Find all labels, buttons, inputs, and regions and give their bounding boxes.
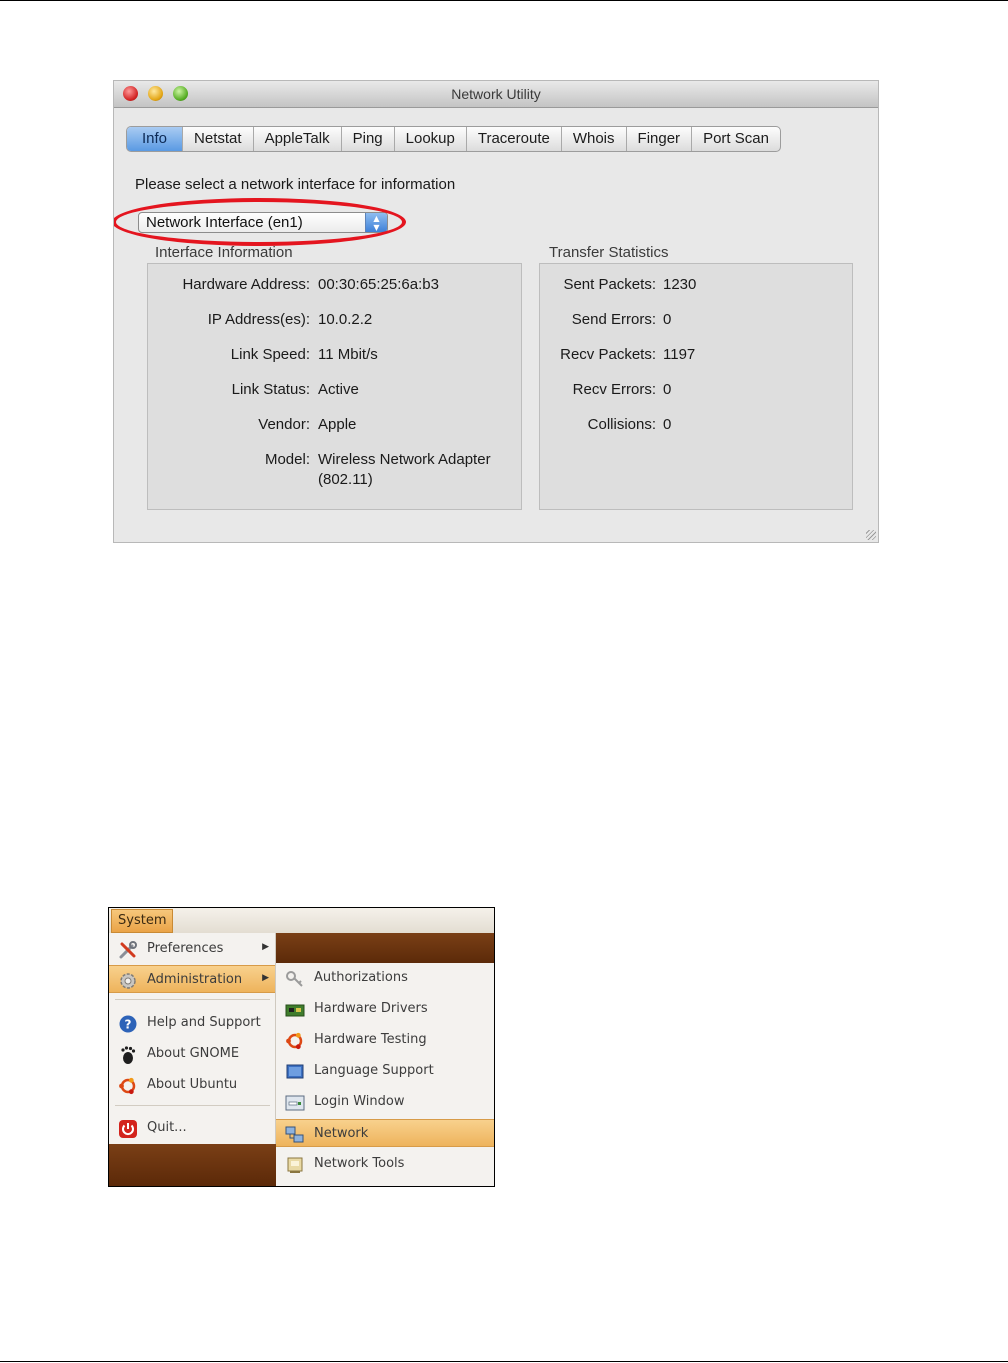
menu-item-label: Help and Support	[147, 1015, 261, 1030]
menu-item-label: About GNOME	[147, 1046, 240, 1061]
title-bar[interactable]: Network Utility	[114, 81, 878, 108]
hardware-address-label: Hardware Address:	[182, 276, 310, 293]
menu-item-label: Language Support	[314, 1063, 434, 1078]
desktop-background-bottom	[109, 1144, 276, 1186]
menu-item-hardware-drivers[interactable]: Hardware Drivers	[276, 995, 494, 1023]
submenu-arrow-icon: ▶	[262, 942, 269, 952]
keys-icon	[286, 971, 303, 987]
menu-separator	[115, 999, 270, 1000]
system-dropdown: Preferences ▶ Administration ▶ ? Help an…	[109, 933, 276, 1144]
network-utility-window: Network Utility Info Netstat AppleTalk P…	[113, 80, 879, 543]
power-icon	[119, 1120, 137, 1138]
help-icon: ?	[119, 1015, 137, 1033]
menu-item-network[interactable]: Network	[276, 1119, 494, 1147]
tab-netstat[interactable]: Netstat	[183, 127, 254, 151]
ubuntu-system-menu-screenshot: System Preferences ▶ Administration ▶ ? …	[108, 907, 495, 1187]
tab-appletalk[interactable]: AppleTalk	[254, 127, 342, 151]
menu-item-label: Preferences	[147, 941, 224, 956]
gnome-foot-icon	[121, 1046, 136, 1064]
menu-separator	[115, 1105, 270, 1106]
submenu-arrow-icon: ▶	[262, 973, 269, 983]
vendor-value: Apple	[318, 416, 357, 433]
send-errors-value: 0	[663, 311, 672, 328]
menu-item-about-gnome[interactable]: About GNOME	[109, 1040, 275, 1068]
recv-errors-value: 0	[663, 381, 672, 398]
ubuntu-logo-icon	[119, 1077, 136, 1095]
model-label: Model:	[264, 451, 310, 468]
administration-submenu: Authorizations Hardware Drivers Hardware…	[276, 963, 494, 1186]
menu-item-login-window[interactable]: Login Window	[276, 1088, 494, 1116]
link-status-label: Link Status:	[231, 381, 310, 398]
menu-item-label: Hardware Drivers	[314, 1001, 428, 1016]
send-errors-label: Send Errors:	[571, 311, 656, 328]
menu-item-quit[interactable]: Quit...	[109, 1114, 275, 1142]
ip-label: IP Address(es):	[207, 311, 310, 328]
sent-packets-value: 1230	[663, 276, 697, 293]
red-highlight-ellipse	[114, 198, 406, 246]
ubuntu-logo-icon	[286, 1032, 303, 1050]
model-value-line2: (802.11)	[318, 471, 373, 488]
menu-item-label: Hardware Testing	[314, 1032, 427, 1047]
menu-item-language-support[interactable]: Language Support	[276, 1057, 494, 1085]
interface-info-label: Interface Information	[155, 244, 293, 261]
link-speed-value: 11 Mbit/s	[318, 346, 378, 363]
network-tools-icon	[287, 1157, 303, 1173]
menu-item-hardware-testing[interactable]: Hardware Testing	[276, 1026, 494, 1054]
hardware-card-icon	[285, 1004, 305, 1017]
tab-port-scan[interactable]: Port Scan	[692, 127, 780, 151]
vendor-label: Vendor:	[258, 416, 310, 433]
desktop-background	[276, 933, 494, 963]
ip-value: 10.0.2.2	[318, 311, 373, 328]
tab-finger[interactable]: Finger	[627, 127, 693, 151]
menu-item-label: Quit...	[147, 1120, 187, 1135]
preferences-icon	[119, 941, 137, 959]
link-speed-label: Link Speed:	[230, 346, 310, 363]
resize-grip-icon[interactable]	[866, 530, 876, 540]
model-value-line1: Wireless Network Adapter	[318, 451, 491, 468]
window-title: Network Utility	[451, 86, 541, 102]
page-bottom-rule	[0, 1361, 1008, 1362]
menu-item-label: Authorizations	[314, 970, 408, 985]
hardware-address-value: 00:30:65:25:6a:b3	[318, 276, 439, 293]
sent-packets-label: Sent Packets:	[563, 276, 656, 293]
menu-item-label: Administration	[147, 972, 243, 987]
collisions-value: 0	[663, 416, 672, 433]
language-flag-icon	[286, 1064, 304, 1079]
login-window-icon	[285, 1095, 305, 1111]
tab-lookup[interactable]: Lookup	[395, 127, 467, 151]
menu-item-label: About Ubuntu	[147, 1077, 238, 1092]
tab-ping[interactable]: Ping	[342, 127, 395, 151]
gnome-top-panel: System	[109, 908, 494, 934]
menu-item-administration[interactable]: Administration ▶	[109, 965, 275, 993]
menu-item-label: Login Window	[314, 1094, 405, 1109]
svg-text:?: ?	[125, 1018, 132, 1032]
menu-item-label: Network	[314, 1126, 369, 1141]
tab-whois[interactable]: Whois	[562, 127, 627, 151]
tab-bar: Info Netstat AppleTalk Ping Lookup Trace…	[126, 126, 781, 152]
recv-packets-value: 1197	[663, 346, 696, 363]
page-top-rule	[0, 0, 1008, 1]
menu-item-label: Network Tools	[314, 1156, 405, 1171]
menu-item-help[interactable]: ? Help and Support	[109, 1009, 275, 1037]
menu-item-authorizations[interactable]: Authorizations	[276, 964, 494, 992]
recv-errors-label: Recv Errors:	[572, 381, 656, 398]
system-menu[interactable]: System	[111, 909, 174, 933]
link-status-value: Active	[318, 381, 359, 398]
collisions-label: Collisions:	[587, 416, 656, 433]
interface-prompt: Please select a network interface for in…	[135, 176, 456, 193]
transfer-stats-label: Transfer Statistics	[549, 244, 669, 261]
menu-item-network-tools[interactable]: Network Tools	[276, 1150, 494, 1178]
recv-packets-label: Recv Packets:	[560, 346, 656, 363]
administration-gear-icon	[120, 973, 136, 989]
network-computers-icon	[285, 1126, 304, 1143]
tab-info[interactable]: Info	[127, 127, 184, 151]
tab-traceroute[interactable]: Traceroute	[467, 127, 562, 151]
menu-item-preferences[interactable]: Preferences ▶	[109, 935, 275, 963]
menu-item-about-ubuntu[interactable]: About Ubuntu	[109, 1071, 275, 1099]
